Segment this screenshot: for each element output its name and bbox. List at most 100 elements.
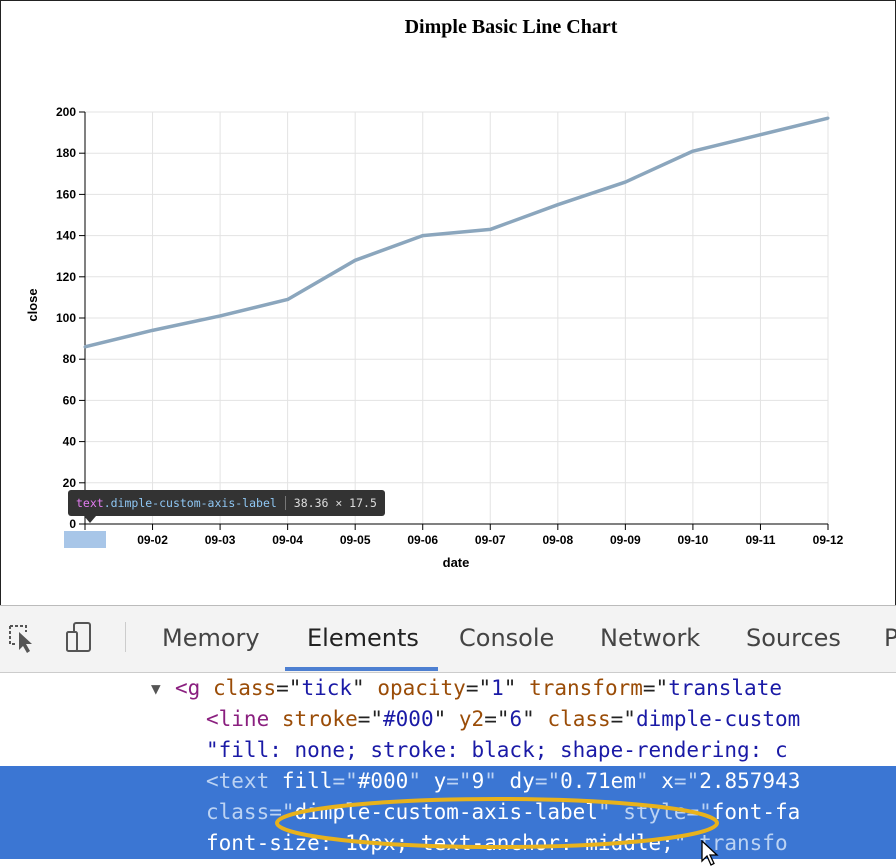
code-token: <text — [206, 769, 282, 793]
code-token: 0.71em — [560, 769, 636, 793]
dom-tree-line[interactable]: <line stroke="#000" y2="6" class="dimple… — [0, 704, 896, 735]
data-point — [353, 258, 357, 262]
code-token: #000 — [357, 769, 409, 793]
code-token: =" — [357, 707, 384, 731]
data-point — [758, 133, 762, 137]
dom-tree-line-content: "fill: none; stroke: black; shape-render… — [206, 735, 788, 766]
code-token: =" — [332, 769, 358, 793]
data-point — [83, 345, 87, 349]
x-tick-label: 09-11 — [745, 533, 775, 547]
tooltip-class: .dimple-custom-axis-label — [103, 496, 277, 510]
x-tick-label: 09-12 — [813, 533, 844, 547]
x-tick-label: 09-05 — [340, 533, 371, 547]
device-toolbar-icon[interactable] — [64, 620, 94, 654]
data-point — [218, 314, 222, 318]
code-token: =" — [276, 676, 302, 700]
data-point — [826, 116, 830, 120]
data-point — [286, 297, 290, 301]
x-tick-label: 09-08 — [542, 533, 573, 547]
x-tick-label: 09-03 — [205, 533, 236, 547]
data-point — [421, 234, 425, 238]
data-point — [691, 149, 695, 153]
code-token: =" — [610, 707, 636, 731]
code-token: " — [635, 769, 662, 793]
toolbar-divider — [125, 622, 126, 652]
code-token: =" — [534, 769, 561, 793]
data-point — [623, 180, 627, 184]
code-token: dy — [509, 769, 535, 793]
y-tick-label: 80 — [63, 352, 77, 366]
data-point — [151, 328, 155, 332]
code-token: #000 — [383, 707, 434, 731]
code-token: opacity — [377, 676, 466, 700]
tooltip-size: 38.36 × 17.5 — [293, 496, 377, 510]
tooltip-separator — [284, 496, 286, 510]
code-token: =" — [673, 769, 700, 793]
dom-tree-line[interactable]: <text fill="#000" y="9" dy="0.71em" x="2… — [0, 766, 896, 797]
chart-grid — [84, 111, 829, 525]
y-tick-label: 60 — [63, 393, 77, 407]
dom-tree-line-content: <text fill="#000" y="9" dy="0.71em" x="2… — [206, 766, 800, 797]
code-token: tick — [301, 676, 353, 700]
tooltip-arrow — [84, 516, 96, 523]
code-token: " — [522, 707, 548, 731]
code-token: =" — [642, 676, 669, 700]
chart-title: Dimple Basic Line Chart — [405, 16, 618, 38]
chart-series — [83, 116, 830, 349]
data-point — [556, 203, 560, 207]
code-token: " — [433, 707, 459, 731]
x-tick-label: 09-10 — [678, 533, 709, 547]
y-tick-label: 160 — [56, 187, 76, 201]
y-tick-label: 40 — [63, 435, 77, 449]
dom-tree-line[interactable]: ▼ <g class="tick" opacity="1" transform="… — [0, 673, 896, 704]
mouse-cursor-icon — [701, 840, 719, 866]
y-tick-label: 180 — [56, 146, 76, 160]
code-token: =" — [465, 676, 492, 700]
dom-tree-line-content: <g class="tick" opacity="1" transform="t… — [175, 673, 782, 704]
active-tab-indicator — [285, 667, 438, 671]
x-tick-label: 09-02 — [137, 533, 168, 547]
code-token: 9 — [471, 769, 485, 793]
code-token: 6 — [509, 707, 523, 731]
tab-sources[interactable]: Sources — [746, 624, 841, 652]
x-axis-title: date — [443, 555, 470, 570]
code-token: 1 — [491, 676, 504, 700]
y-tick-label: 120 — [56, 270, 76, 284]
code-token: class — [206, 800, 270, 824]
code-token: translate — [668, 676, 782, 700]
code-token: dimple-custom — [635, 707, 801, 731]
annotation-ellipse — [275, 797, 719, 849]
y-axis-title: close — [25, 288, 40, 321]
expand-triangle-icon[interactable]: ▼ — [151, 673, 161, 704]
code-token: font-fa — [711, 800, 801, 824]
tab-elements[interactable]: Elements — [307, 624, 419, 652]
y-tick-label: 20 — [63, 476, 77, 490]
inspect-element-icon[interactable] — [6, 620, 36, 654]
y-tick-label: 0 — [69, 517, 76, 531]
x-tick-label: 09-06 — [407, 533, 438, 547]
code-token: "fill: none; stroke: black; shape-render… — [206, 738, 788, 762]
tab-overflow[interactable]: P — [884, 624, 896, 652]
code-token: fill — [281, 769, 333, 793]
tab-console[interactable]: Console — [459, 624, 554, 652]
data-point — [488, 227, 492, 231]
dom-tree-line[interactable]: "fill: none; stroke: black; shape-render… — [0, 735, 896, 766]
code-token: transform — [529, 676, 643, 700]
tab-memory[interactable]: Memory — [162, 624, 260, 652]
code-token: x — [661, 769, 674, 793]
series-line — [84, 116, 829, 349]
code-token: <line — [206, 707, 282, 731]
code-token: class — [547, 707, 611, 731]
code-token: <g — [175, 676, 213, 700]
x-tick-label: 09-09 — [610, 533, 641, 547]
tab-network[interactable]: Network — [600, 624, 700, 652]
code-token: =" — [446, 769, 472, 793]
tooltip-tag: text — [76, 496, 104, 510]
dom-tree-line-content: <line stroke="#000" y2="6" class="dimple… — [206, 704, 800, 735]
code-token: y2 — [458, 707, 485, 731]
highlighted-axis-label-overlay — [64, 531, 106, 548]
code-token: 2.857943 — [699, 769, 801, 793]
x-tick-label: 09-07 — [475, 533, 506, 547]
x-axis-tick-labels: 09-0109-0209-0309-0409-0509-0609-0709-08… — [70, 533, 844, 547]
devtools-tab-bar: Memory Elements Console Network Sources … — [0, 606, 896, 673]
